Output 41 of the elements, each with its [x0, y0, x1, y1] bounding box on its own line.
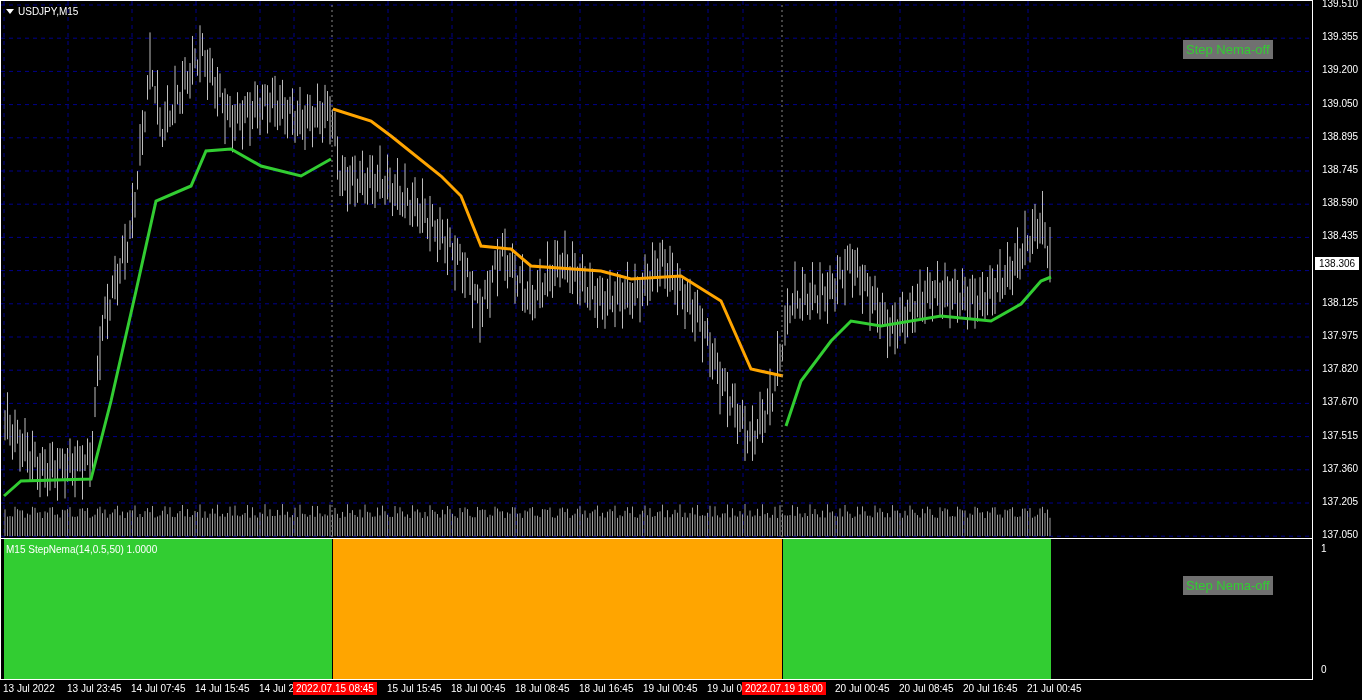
time-label: 19 Jul 0 [707, 683, 743, 695]
indicator-axis-label: 1 [1321, 542, 1327, 556]
time-label: 14 Jul 2 [259, 683, 295, 695]
time-label: 20 Jul 00:45 [835, 683, 890, 695]
price-label: 139.200 [1322, 64, 1359, 77]
current-price-label: 138.306 [1315, 257, 1360, 270]
cursor-time-label: 2022.07.15 08:45 [293, 682, 377, 695]
price-label: 139.355 [1322, 31, 1359, 44]
time-label: 19 Jul 00:45 [643, 683, 698, 695]
price-label: 139.050 [1322, 97, 1359, 110]
toggle-button[interactable]: Step Nema-off [1183, 40, 1273, 59]
price-label: 137.670 [1322, 396, 1359, 409]
time-label: 14 Jul 07:45 [131, 683, 186, 695]
time-label: 13 Jul 23:45 [67, 683, 122, 695]
price-label: 137.975 [1322, 330, 1359, 342]
cursor-time-label: 2022.07.19 18:00 [742, 682, 826, 695]
time-label: 20 Jul 16:45 [963, 683, 1018, 695]
time-label: 21 Jul 00:45 [1027, 683, 1082, 695]
price-label: 137.360 [1322, 462, 1359, 475]
price-label: 137.205 [1322, 496, 1359, 508]
price-label: 137.515 [1322, 429, 1359, 442]
chart-title: USDJPY,M15 [18, 5, 79, 19]
time-label: 20 Jul 08:45 [899, 683, 954, 695]
time-label: 18 Jul 16:45 [579, 683, 634, 695]
toggle-button[interactable]: Step Nema-off [1183, 576, 1273, 595]
price-label: 137.050 [1322, 529, 1359, 542]
price-label: 138.125 [1322, 296, 1359, 309]
price-label: 138.745 [1322, 164, 1359, 176]
time-label: 15 Jul 15:45 [387, 683, 442, 695]
time-label: 14 Jul 15:45 [195, 683, 250, 695]
dropdown-icon[interactable] [6, 9, 14, 14]
indicator-label: M15 StepNema(14,0.5,50) 1.0000 [6, 543, 158, 557]
price-label: 138.895 [1322, 130, 1359, 143]
price-label: 138.435 [1322, 230, 1359, 243]
time-label: 18 Jul 00:45 [451, 683, 506, 695]
time-label: 13 Jul 2022 [3, 683, 55, 695]
price-label: 137.820 [1322, 363, 1359, 376]
price-label: 139.510 [1322, 0, 1359, 10]
time-label: 18 Jul 08:45 [515, 683, 570, 695]
price-label: 138.590 [1322, 197, 1359, 210]
indicator-axis-label: 0 [1321, 663, 1327, 677]
